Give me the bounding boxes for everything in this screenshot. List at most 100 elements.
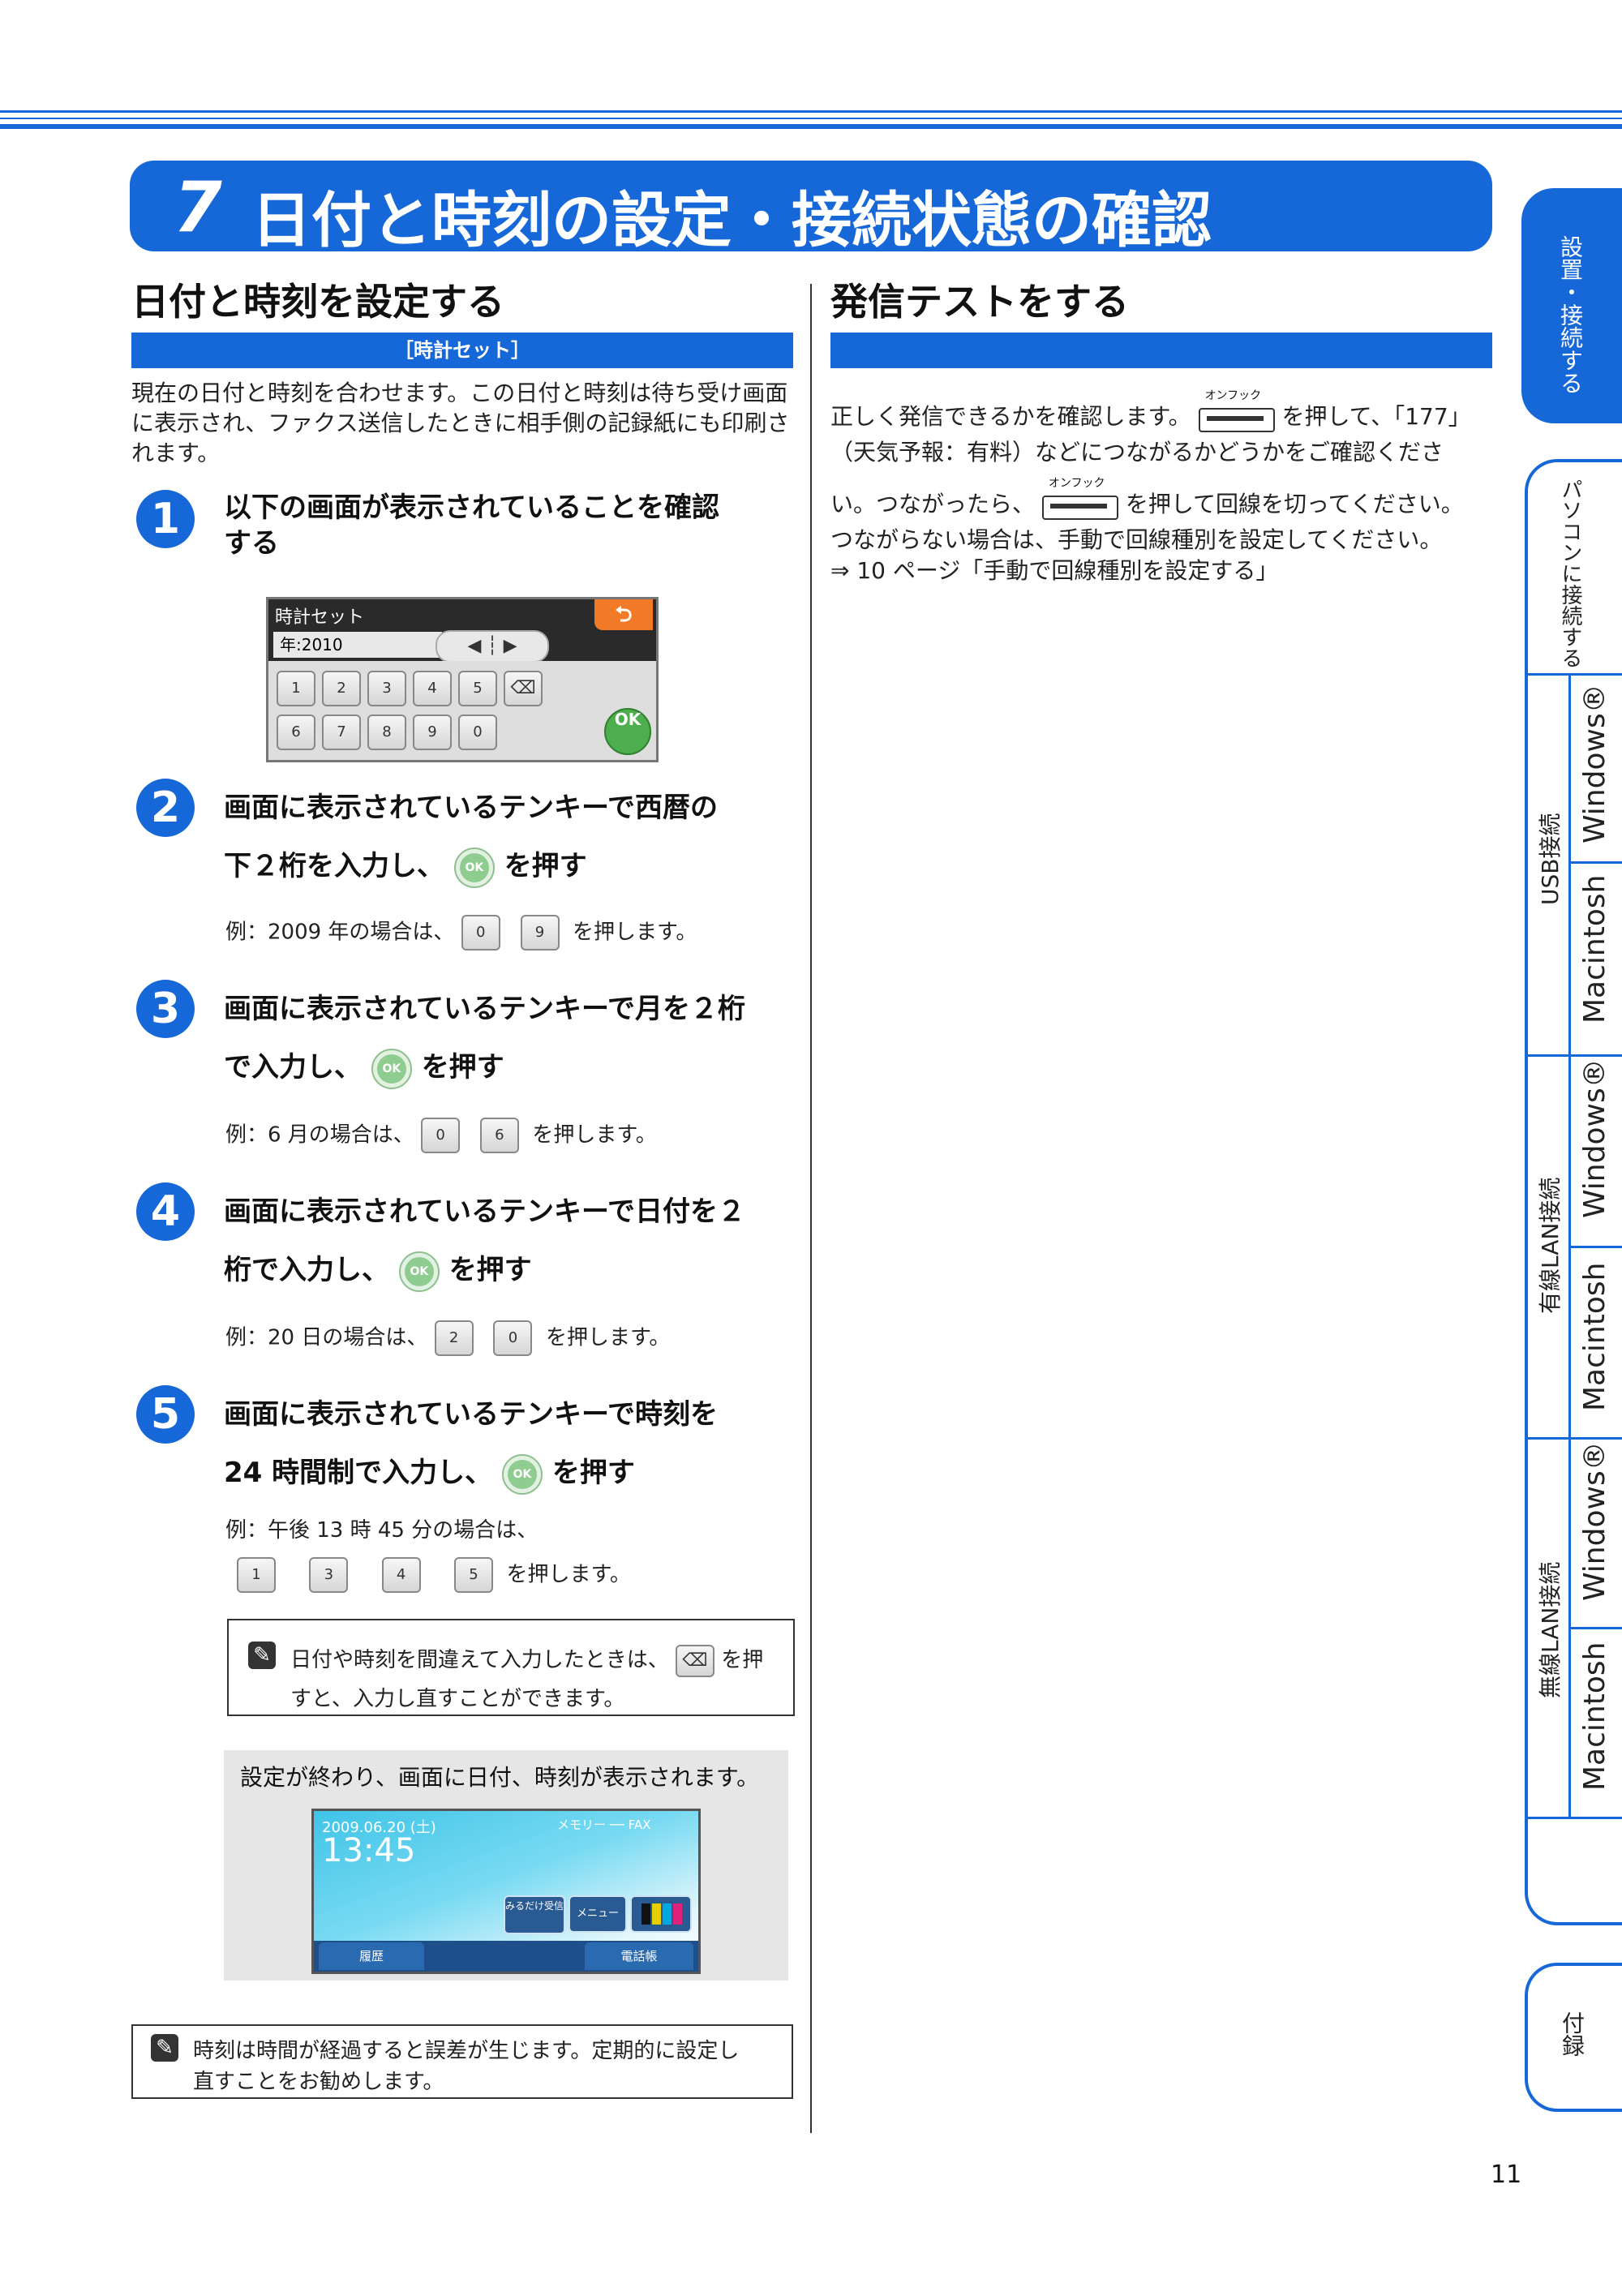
keypad-row: 6 7 8 9 0: [277, 715, 497, 750]
key-icon: 0: [461, 915, 500, 951]
lcd-status: メモリー ── FAX: [557, 1817, 651, 1832]
key-icon: 6: [479, 1118, 519, 1153]
step-text: 画面に表示されているテンキーで月を２桁: [224, 993, 745, 1025]
column-divider: [810, 284, 812, 2133]
memo-icon: ✎: [151, 2034, 178, 2062]
step-badge: 2: [136, 779, 195, 837]
section-bar: [830, 333, 1492, 368]
key-button[interactable]: 6: [277, 715, 315, 750]
memo-icon: ✎: [248, 1642, 276, 1669]
backspace-button[interactable]: ⌫: [504, 671, 543, 706]
section-heading-dial-test: 発信テストをする: [830, 280, 1129, 324]
step-text: 以下の画面が表示されていることを確認 する: [224, 490, 719, 561]
key-button[interactable]: 1: [277, 671, 315, 706]
cross-reference-link[interactable]: ⇒ 10 ページ「手動で回線種別を設定する」: [830, 553, 1278, 586]
step-text: 画面に表示されているテンキーで西暦の: [224, 792, 718, 824]
tab-appendix-label: 付録: [1559, 2011, 1586, 2057]
header-rule: [0, 110, 1622, 113]
key-button[interactable]: 0: [458, 715, 497, 750]
step-line: を押す: [504, 850, 587, 882]
step-line: 下２桁を入力し、: [224, 850, 444, 882]
step-text: 24 時間制で入力し、 OK を押す: [224, 1444, 635, 1502]
key-icon: 2: [434, 1320, 474, 1356]
ok-icon: OK: [453, 847, 495, 888]
ink-button[interactable]: [630, 1895, 692, 1933]
tab-divider: [1528, 673, 1622, 676]
step-text: 桁で入力し、 OK を押す: [224, 1241, 532, 1299]
key-icon: 3: [309, 1557, 349, 1593]
step-text: で入力し、 OK を押す: [224, 1038, 504, 1097]
paragraph-line: （天気予報：有料）などにつながるかどうかをご確認くださ: [830, 439, 1444, 466]
ok-icon: OK: [502, 1453, 543, 1495]
tab-divider: [1528, 1817, 1622, 1819]
key-button[interactable]: 7: [322, 715, 361, 750]
keypad-row: 1 2 3 4 5 ⌫: [277, 671, 543, 706]
tab-divider: [1570, 1246, 1622, 1248]
paragraph-line: つながらない場合は、手動で回線種別を設定してください。: [830, 526, 1443, 553]
windows-wireless-tab[interactable]: Windows®: [1578, 1441, 1611, 1601]
usb-label: USB接続: [1537, 813, 1564, 905]
mac-usb-tab[interactable]: Macintosh: [1578, 875, 1611, 1024]
menu-button[interactable]: メニュー: [569, 1895, 627, 1933]
lcd-time: 13:45: [322, 1832, 416, 1869]
intro-text: 現在の日付と時刻を合わせます。この日付と時刻は待ち受け画面に表示され、ファクス送…: [131, 380, 790, 466]
note-text: すと、入力し直すことができます。: [290, 1687, 625, 1711]
step-line: 以下の画面が表示されていることを確認: [224, 491, 719, 524]
key-button[interactable]: 9: [413, 715, 452, 750]
year-field[interactable]: 年:2010: [273, 632, 442, 658]
windows-usb-tab[interactable]: Windows®: [1578, 684, 1611, 843]
lcd-home-screen: 2009.06.20 (土) メモリー ── FAX 13:45 みるだけ受信 …: [311, 1809, 701, 1974]
phonebook-tab[interactable]: 電話帳: [585, 1942, 693, 1970]
step-text: 下２桁を入力し、 OK を押す: [224, 837, 587, 895]
lcd-title: 時計セット: [275, 607, 365, 628]
key-icon: 0: [493, 1320, 533, 1356]
page-number: 11: [1491, 2161, 1522, 2189]
step-text: 画面に表示されているテンキーで時刻を: [224, 1398, 718, 1431]
key-icon: 1: [237, 1557, 276, 1593]
backspace-icon: ⌫: [675, 1644, 714, 1677]
key-button[interactable]: 4: [413, 671, 452, 706]
key-button[interactable]: 2: [322, 671, 361, 706]
mac-wireless-tab[interactable]: Macintosh: [1578, 1642, 1611, 1791]
example-keys: 1 3 4 5 を押します。: [237, 1557, 631, 1593]
chapter-title: 日付と時刻の設定・接続状態の確認: [251, 186, 1212, 255]
ok-button[interactable]: OK: [604, 708, 651, 755]
header-rule: [0, 124, 1622, 129]
arrow-buttons[interactable]: ◀ ┆ ▶: [436, 630, 549, 663]
paragraph-line: 正しく発信できるかを確認します。 オンフック を押して、「177」: [830, 389, 1471, 432]
lcd-clock-set-screen: 時計セット ⮌ 年:2010 ◀ ┆ ▶ 1 2 3 4 5 ⌫ 6 7 8 9…: [266, 597, 659, 762]
mac-wired-tab[interactable]: Macintosh: [1578, 1263, 1611, 1411]
history-tab[interactable]: 履歴: [319, 1942, 424, 1970]
key-button[interactable]: 3: [367, 671, 406, 706]
onhook-button-icon: オンフック: [1198, 389, 1275, 432]
onhook-button-icon: オンフック: [1041, 477, 1118, 520]
ok-icon: OK: [398, 1251, 440, 1292]
wireless-lan-label: 無線LAN接続: [1537, 1561, 1564, 1698]
section-heading-datetime: 日付と時刻を設定する: [131, 280, 504, 324]
tab-divider: [1528, 1054, 1622, 1057]
note-text: 時刻は時間が経過すると誤差が生じます。定期的に設定し: [193, 2039, 740, 2063]
step-line: する: [224, 527, 279, 560]
tab-divider: [1568, 676, 1571, 1817]
key-icon: 0: [421, 1118, 461, 1153]
header-rule: [0, 118, 1622, 119]
tab-divider: [1570, 1627, 1622, 1629]
key-icon: 5: [453, 1557, 493, 1593]
step-text: 画面に表示されているテンキーで日付を２: [224, 1195, 745, 1228]
back-button[interactable]: ⮌: [594, 599, 653, 630]
example-text: 例：6 月の場合は、 0 6 を押します。: [225, 1118, 657, 1153]
view-only-receive-button[interactable]: みるだけ受信: [504, 1895, 565, 1934]
key-button[interactable]: 8: [367, 715, 406, 750]
note-text: 直すことをお勧めします。: [193, 2070, 444, 2094]
tab-connect-pc-label: パソコンに接続する: [1558, 479, 1582, 668]
key-icon: 9: [520, 915, 560, 951]
example-text: 例：20 日の場合は、 2 0 を押します。: [225, 1320, 670, 1356]
step-badge: 4: [136, 1182, 195, 1241]
chapter-number: 7: [174, 167, 222, 248]
paragraph-line: い。つながったら、 オンフック を押して回線を切ってください。: [830, 477, 1464, 520]
step-badge: 1: [136, 490, 195, 548]
windows-wired-tab[interactable]: Windows®: [1578, 1058, 1611, 1218]
key-button[interactable]: 5: [458, 671, 497, 706]
example-text: 例：午後 13 時 45 分の場合は、: [225, 1518, 539, 1543]
section-bar-clock-set: ［時計セット］: [131, 333, 793, 368]
